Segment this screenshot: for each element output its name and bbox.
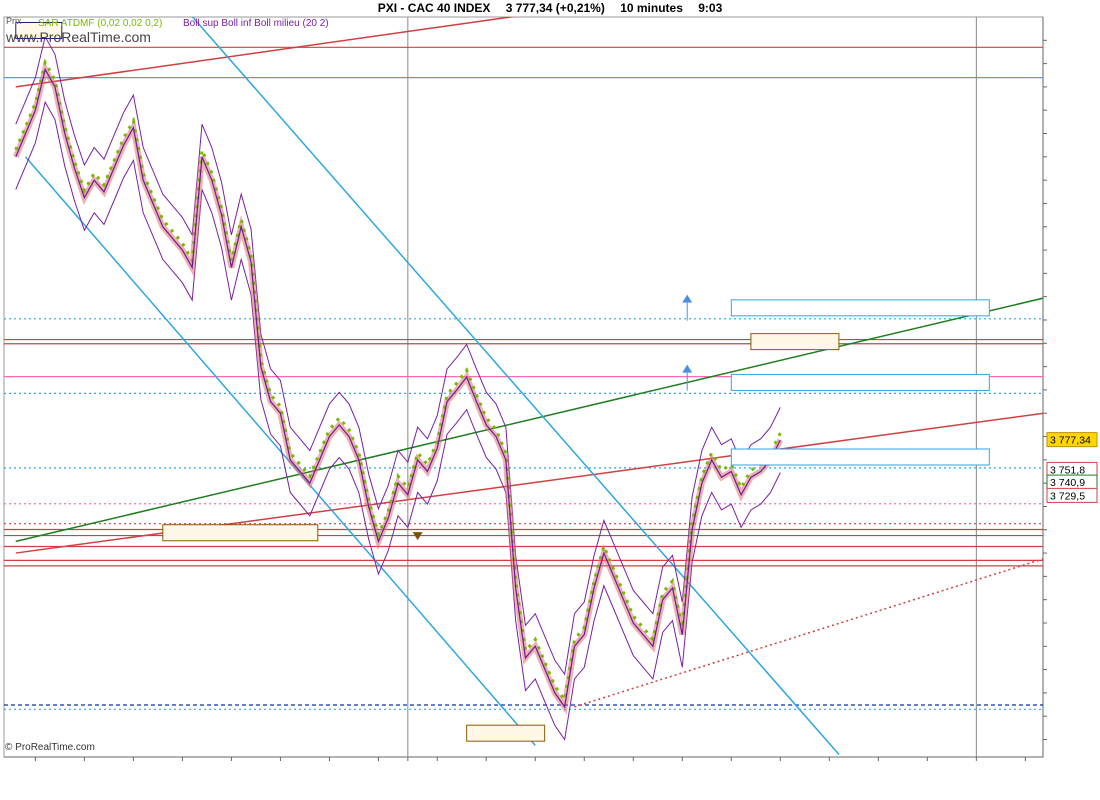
price-chart[interactable]: 3 777,34 3 751,83 740,93 729,5 [0,0,1100,800]
bollinger-legend: Boll sup Boll inf Boll milieu (20 2) [183,18,329,29]
chart-header: PXI - CAC 40 INDEX 3 777,34 (+0,21%) 10 … [0,1,1100,15]
text-box-frame [466,724,546,742]
last-price: 3 777,34 (+0,21%) [505,1,605,15]
period-label: 10 minutes [620,1,683,15]
text-box-frame [730,448,990,466]
copyright: © ProRealTime.com [5,742,95,753]
text-box-frame [750,333,840,351]
text-box-frame [730,299,990,317]
text-box-frame [162,524,319,542]
price-axis-label: Prix [6,16,22,26]
sar-legend: SAR ATDMF (0,02 0,02 0,2) [38,18,163,29]
watermark: www.ProRealTime.com [6,29,151,45]
time-label: 9:03 [698,1,723,15]
price-tag: 3 729,5 [1050,490,1085,502]
text-box-frame [730,373,990,391]
price-tag: 3 751,8 [1050,464,1085,476]
price-tag: 3 777,34 [1050,435,1091,447]
instrument-name: PXI - CAC 40 INDEX [377,1,491,15]
price-tag: 3 740,9 [1050,477,1085,489]
